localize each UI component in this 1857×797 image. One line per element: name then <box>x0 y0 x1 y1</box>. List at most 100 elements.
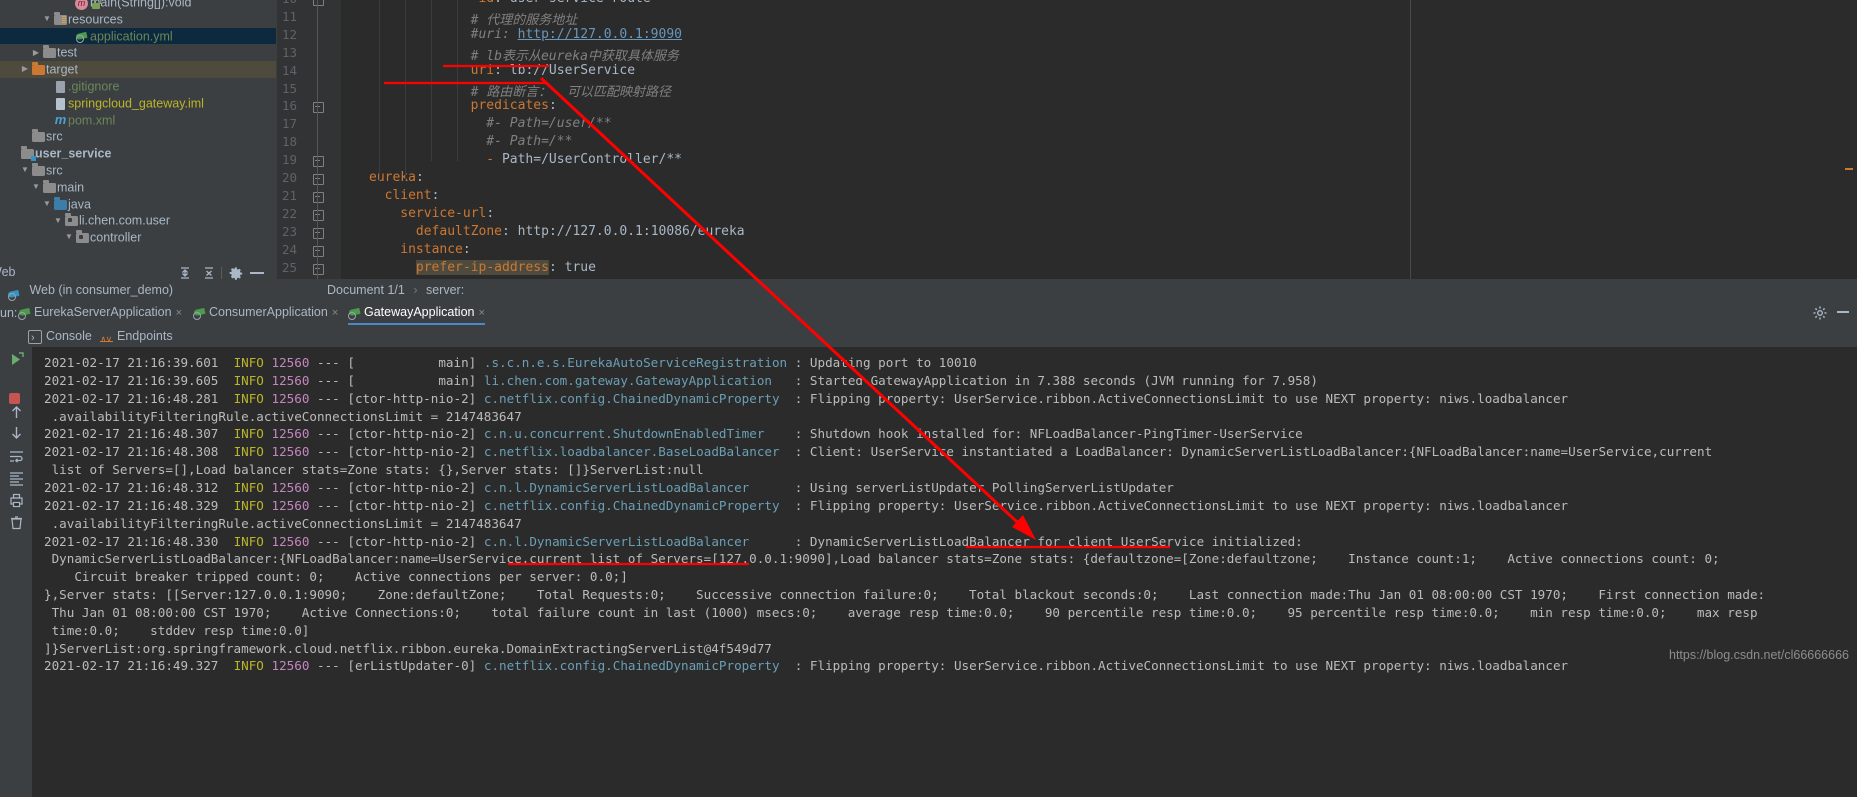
breadcrumb[interactable]: Document 1/1 › server: <box>277 279 1857 302</box>
tree-twisty[interactable]: ▼ <box>63 229 75 246</box>
code-line[interactable]: #- Path=/** <box>486 134 572 149</box>
console-log-line[interactable]: 2021-02-17 21:16:48.281 INFO 12560 --- [… <box>44 391 1568 406</box>
fold-marker-icon[interactable] <box>313 156 324 168</box>
code-line[interactable]: # lb表示从eureka中获取具体服务 <box>471 45 679 64</box>
console-gutter-toolbar <box>0 347 32 797</box>
code-line[interactable]: - Path=/UserController/** <box>486 152 682 167</box>
run-tab-gatewayapplication[interactable]: GatewayApplication × <box>348 302 485 325</box>
breadcrumb-node[interactable]: server: <box>426 283 464 297</box>
tree-item-main-string-void[interactable]: m main(String[]):void <box>0 0 276 11</box>
code-line[interactable]: defaultZone: http://127.0.0.1:10086/eure… <box>416 224 745 239</box>
close-icon[interactable]: × <box>332 307 338 319</box>
code-line[interactable]: instance: <box>400 242 470 257</box>
soft-wrap-icon[interactable] <box>9 449 24 464</box>
tree-item-src[interactable]: src <box>0 128 276 145</box>
tree-item-src[interactable]: ▼ src <box>0 162 276 179</box>
tree-item-li-chen-com-user[interactable]: ▼ li.chen.com.user <box>0 212 276 229</box>
code-line[interactable]: # 路由断言： 可以匹配映射路径 <box>471 81 671 100</box>
console-log-line[interactable]: 2021-02-17 21:16:48.330 INFO 12560 --- [… <box>44 534 1303 549</box>
breadcrumb-document[interactable]: Document 1/1 <box>327 283 405 297</box>
fold-marker-icon[interactable] <box>313 174 324 185</box>
tree-item--gitignore[interactable]: .gitignore <box>0 78 276 95</box>
code-line[interactable]: #uri: http://127.0.0.1:9090 <box>471 27 682 42</box>
web-toolwindow-entry[interactable]: Web (in consumer_demo) <box>0 283 276 302</box>
tree-item-label: java <box>68 196 91 211</box>
close-icon[interactable]: × <box>478 307 484 319</box>
console-log-line[interactable]: 2021-02-17 21:16:39.601 INFO 12560 --- [… <box>44 355 977 370</box>
fold-marker-icon[interactable] <box>313 0 324 6</box>
console-continuation-line[interactable]: ]}ServerList:org.springframework.cloud.n… <box>44 641 772 656</box>
console-log-line[interactable]: 2021-02-17 21:16:48.307 INFO 12560 --- [… <box>44 426 1303 441</box>
code-line[interactable]: #- Path=/user/** <box>486 116 611 131</box>
expand-all-icon[interactable] <box>178 266 192 280</box>
tree-twisty[interactable]: ▼ <box>30 179 42 196</box>
fold-marker-icon[interactable] <box>313 191 324 203</box>
collapse-all-icon[interactable] <box>202 266 216 280</box>
tree-item-target[interactable]: ▶ target <box>0 61 276 78</box>
console-continuation-line[interactable]: Thu Jan 01 08:00:00 CST 1970; Active Con… <box>44 605 1758 620</box>
tree-item-pom-xml[interactable]: m pom.xml <box>0 112 276 129</box>
fold-marker-icon[interactable] <box>313 227 324 239</box>
code-line[interactable]: service-url: <box>400 206 494 221</box>
tree-item-main[interactable]: ▼ main <box>0 179 276 196</box>
run-tab-consumerapplication[interactable]: ConsumerApplication × <box>193 302 338 323</box>
console-log-line[interactable]: 2021-02-17 21:16:39.605 INFO 12560 --- [… <box>44 373 1318 388</box>
tree-twisty[interactable]: ▼ <box>41 11 53 28</box>
tree-item-application-yml[interactable]: application.yml <box>0 27 276 45</box>
console-continuation-line[interactable]: list of Servers=[],Load balancer stats=Z… <box>44 462 704 477</box>
console-log-line[interactable]: 2021-02-17 21:16:48.329 INFO 12560 --- [… <box>44 498 1568 513</box>
scroll-to-end-icon[interactable] <box>9 471 24 486</box>
stop-icon[interactable] <box>9 393 20 404</box>
up-arrow-icon[interactable] <box>9 405 24 420</box>
code-line[interactable]: # 代理的服务地址 <box>471 9 578 28</box>
trash-icon[interactable] <box>9 515 24 530</box>
subtab-endpoints[interactable]: Endpoints <box>100 325 173 350</box>
code-line[interactable]: prefer-ip-address: true <box>415 259 596 275</box>
code-line[interactable]: - id: user-service-route <box>463 0 651 6</box>
gear-icon[interactable] <box>229 266 243 280</box>
tree-twisty[interactable]: ▶ <box>30 45 42 62</box>
fold-marker-icon[interactable] <box>313 245 324 257</box>
code-line[interactable]: predicates: <box>471 98 557 113</box>
tree-item-test[interactable]: ▶ test <box>0 44 276 61</box>
code-line[interactable]: uri: lb://UserService <box>471 63 635 78</box>
rerun-icon[interactable] <box>9 352 24 367</box>
close-icon[interactable]: × <box>176 307 182 319</box>
project-tree[interactable]: m main(String[]):void ▼ resources applicatio… <box>0 0 276 279</box>
down-arrow-icon[interactable] <box>9 425 24 440</box>
fold-marker-icon[interactable] <box>313 209 324 221</box>
hide-icon[interactable] <box>250 272 264 274</box>
console-continuation-line[interactable]: Circuit breaker tripped count: 0; Active… <box>44 569 628 584</box>
minimize-icon[interactable] <box>1837 311 1849 313</box>
editor-gutter[interactable]: 10 11 12 13 14 15 16 17 18 19 20 21 22 23 24 25 <box>277 0 341 279</box>
fold-marker-icon[interactable] <box>313 102 324 114</box>
log-message: ]}ServerList:org.springframework.cloud.n… <box>44 640 772 656</box>
tree-item-controller[interactable]: ▼ controller <box>0 229 276 246</box>
console-log-line[interactable]: 2021-02-17 21:16:48.308 INFO 12560 --- [… <box>44 444 1712 459</box>
console-continuation-line[interactable]: time:0.0; stddev resp time:0.0] <box>44 623 310 638</box>
console-continuation-line[interactable]: },Server stats: [[Server:127.0.0.1:9090;… <box>44 587 1765 602</box>
code-editor[interactable]: 10 11 12 13 14 15 16 17 18 19 20 21 22 23 24 25 - id: u… <box>277 0 1857 279</box>
subtab-console[interactable]: Console <box>28 325 92 349</box>
tree-item-springcloud-gateway-iml[interactable]: springcloud_gateway.iml <box>0 95 276 112</box>
editor-code-area[interactable]: - id: user-service-route # 代理的服务地址#uri: h… <box>341 0 1857 279</box>
tree-item-java[interactable]: ▼ java <box>0 196 276 213</box>
tree-twisty[interactable]: ▼ <box>52 213 64 230</box>
console-continuation-line[interactable]: .availabilityFilteringRule.activeConnect… <box>44 409 522 424</box>
print-icon[interactable] <box>9 493 24 508</box>
tree-item-user-service[interactable]: user_service <box>0 145 276 162</box>
tree-twisty[interactable]: ▶ <box>19 61 31 78</box>
tree-twisty[interactable]: ▼ <box>41 196 53 213</box>
fold-marker-icon[interactable] <box>313 263 324 275</box>
tree-twisty[interactable]: ▼ <box>19 162 31 179</box>
code-line[interactable]: client: <box>385 188 440 203</box>
console-continuation-line[interactable]: .availabilityFilteringRule.activeConnect… <box>44 516 522 531</box>
console-output[interactable]: 2021-02-17 21:16:39.601 INFO 12560 --- [… <box>32 347 1857 797</box>
run-tab-eurekaserverapplication[interactable]: EurekaServerApplication × <box>18 302 182 323</box>
tree-item-resources[interactable]: ▼ resources <box>0 11 276 28</box>
console-log-line[interactable]: 2021-02-17 21:16:48.312 INFO 12560 --- [… <box>44 480 1174 495</box>
code-line[interactable]: eureka: <box>369 170 424 185</box>
gear-icon[interactable] <box>1813 306 1827 320</box>
console-log-line[interactable]: 2021-02-17 21:16:49.327 INFO 12560 --- [… <box>44 658 1568 673</box>
console-continuation-line[interactable]: DynamicServerListLoadBalancer:{NFLoadBal… <box>44 551 1720 566</box>
